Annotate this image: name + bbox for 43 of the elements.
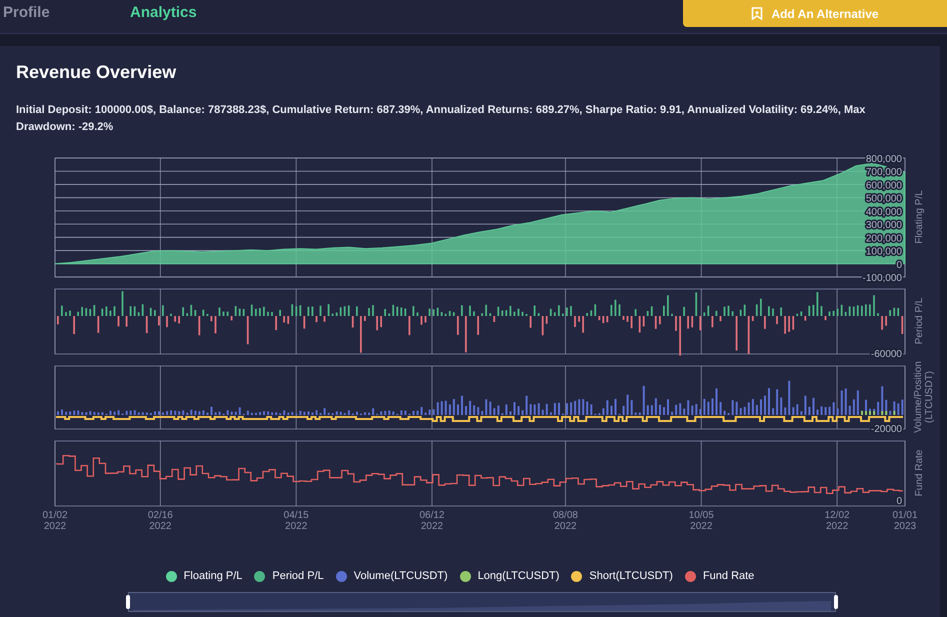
x-tick-label: 01/02 — [42, 510, 68, 521]
x-tick-label: 10/05 — [688, 510, 714, 521]
y-tick-label: 0 — [896, 496, 902, 507]
legend-label[interactable]: Period P/L — [272, 568, 324, 584]
x-tick-label: 2023 — [894, 521, 916, 532]
nav-tab[interactable]: Analytics — [130, 0, 230, 26]
axis-title: Fund Rate — [914, 450, 925, 496]
x-tick-label: 02/16 — [148, 510, 173, 521]
axis-title: Period P/L — [914, 298, 925, 344]
x-tick-label: 2022 — [420, 521, 444, 532]
legend-label[interactable]: Volume(LTCUSDT) — [354, 568, 448, 584]
x-tick-label: 2022 — [826, 521, 848, 532]
bookmark-icon — [751, 7, 764, 20]
y-tick-label: 500,000 — [866, 194, 902, 205]
x-tick-label: 2022 — [44, 521, 66, 532]
x-tick-label: 12/02 — [824, 510, 850, 521]
x-tick-label: 2022 — [285, 521, 308, 532]
summary-text: Initial Deposit: 100000.00$, Balance: 787388.23$, Cumulative Return: 687.39%, Annualized Returns: 689.27%, Sharpe Ratio: 9.91, Annualized Volatility: 69.24%, Max Drawdown: -29.2% — [16, 103, 866, 135]
nav-tab[interactable]: Profile — [3, 0, 130, 26]
zoom-slider[interactable] — [128, 592, 836, 612]
slider-handle[interactable] — [834, 595, 838, 609]
x-tick-label: 2022 — [690, 521, 712, 532]
y-tick-label: 600,000 — [866, 180, 902, 192]
x-tick-label: 06/12 — [419, 510, 445, 521]
x-tick-label: 04/15 — [284, 510, 309, 521]
y-tick-label: 100,000 — [866, 246, 902, 258]
axis-title: Volume/Position (LTCUSDT) — [913, 361, 935, 433]
legend-label[interactable]: Long(LTCUSDT) — [478, 568, 560, 584]
card-title: Revenue Overview — [16, 61, 176, 84]
legend-label[interactable]: Fund Rate — [702, 568, 754, 584]
slider-handle[interactable] — [126, 595, 130, 609]
x-tick-label: 2022 — [554, 521, 577, 532]
x-tick-label: 08/08 — [552, 510, 578, 521]
y-tick-label: 300,000 — [866, 220, 902, 232]
legend-label[interactable]: Floating P/L — [184, 568, 242, 584]
y-tick-label: 200,000 — [866, 233, 902, 244]
x-tick-label: 01/01 — [892, 510, 918, 521]
y-tick-label: 400,000 — [866, 206, 902, 218]
axis-title: Floating P/L — [914, 190, 925, 244]
legend-label[interactable]: Short(LTCUSDT) — [589, 568, 673, 584]
y-tick-label: 700,000 — [866, 167, 902, 178]
x-tick-label: 2022 — [149, 521, 172, 532]
overview-line-icon — [133, 599, 831, 611]
